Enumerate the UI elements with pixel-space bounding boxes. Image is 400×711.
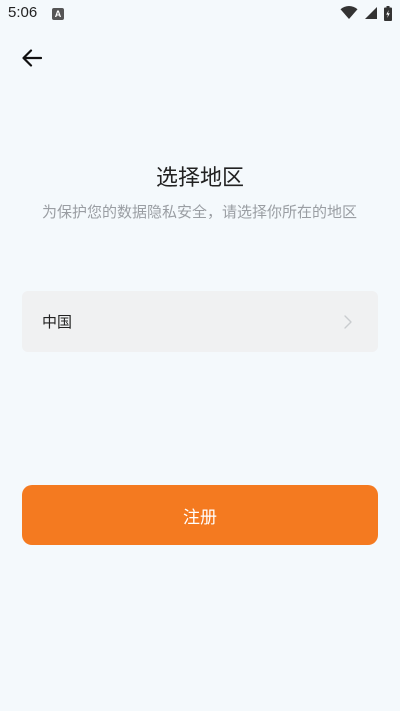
cell-signal-icon — [365, 7, 377, 19]
page-title: 选择地区 — [155, 166, 244, 191]
register-region-screen: 5:06 A 选择地区 为保护您的数据隐私安全，请选择你所在的地区 中国 注册 — [0, 0, 400, 711]
region-select[interactable]: 中国 — [22, 291, 378, 352]
notification-a-icon: A — [52, 8, 64, 20]
region-value: 中国 — [42, 313, 73, 331]
arrow-left-icon — [22, 49, 42, 67]
wifi-icon — [340, 6, 358, 19]
privacy-subtitle: 为保护您的数据隐私安全，请选择你所在的地区 — [42, 203, 358, 221]
status-bar: 5:06 A — [0, 0, 400, 28]
chevron-right-icon — [344, 314, 352, 329]
status-time: 5:06 — [8, 4, 38, 21]
system-icons — [340, 5, 392, 21]
battery-charging-icon — [384, 5, 392, 21]
back-button[interactable] — [16, 44, 48, 72]
register-button[interactable]: 注册 — [22, 485, 378, 545]
